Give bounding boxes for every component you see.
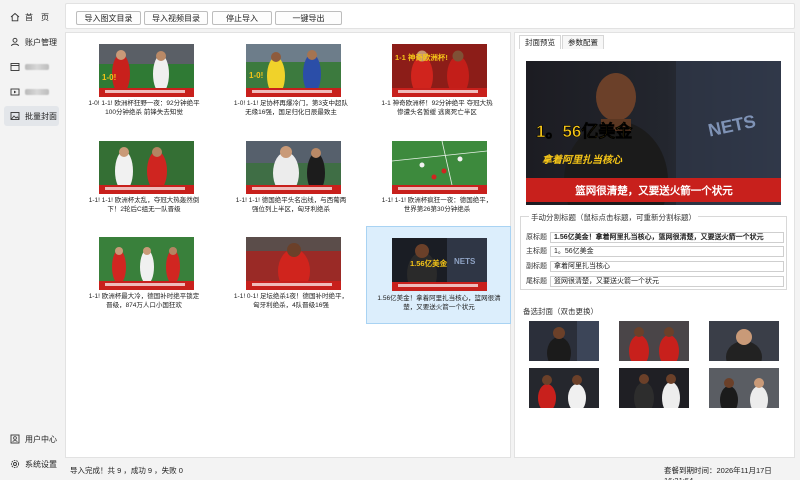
- cover-thumbnail: [246, 237, 341, 290]
- sidebar-item-settings[interactable]: 系统设置: [4, 454, 59, 474]
- cover-thumbnail: [99, 237, 194, 290]
- tab-cover-preview[interactable]: 封面预览: [519, 35, 561, 49]
- cover-thumbnail: 1-0!: [99, 44, 194, 97]
- import-videos-button[interactable]: 导入视频目录: [144, 11, 208, 25]
- tab-param-config[interactable]: 参数配置: [562, 35, 604, 49]
- cover-caption: 1.56亿美金！拿着阿里扎当核心，篮网很清楚，又要送火箭一个状元: [377, 295, 501, 311]
- cover-caption: 1-1 神奇欧洲杯！92分钟绝平 夺冠大热惨遭头名暂缓 逃离死亡半区: [381, 100, 493, 116]
- sidebar-item-label: 系统设置: [25, 459, 57, 469]
- main-title-field[interactable]: 1。56亿美金: [550, 245, 784, 257]
- backup-cover[interactable]: [529, 321, 599, 361]
- jersey-text: NETS: [454, 257, 476, 266]
- cover-thumbnail: 1-0!: [246, 44, 341, 97]
- plan-expiry: 套餐到期时间：2026年11月17日 16:21:54: [664, 466, 772, 480]
- sidebar: 首 页 账户管理 批量封面 用户中心 系统设置: [0, 0, 62, 480]
- backup-covers-title: 备选封面（双击更换）: [523, 307, 598, 316]
- tail-title-field[interactable]: 篮网很清楚，又要送火箭一个状元: [550, 275, 784, 287]
- title-split-group: 手动分割标题（鼠标点击标题，可重新分割标题） 原标题 1.56亿美金！拿着阿里扎…: [520, 212, 787, 290]
- cover-card-selected[interactable]: NETS 1.56亿美金 1.56亿美金！拿着阿里扎当核心，篮网很清楚，又要送火…: [366, 226, 511, 324]
- sub-title-field[interactable]: 拿着阿里扎当核心: [550, 260, 784, 272]
- preview-subtitle: 拿着阿里扎当核心: [542, 154, 623, 166]
- sidebar-item-window[interactable]: [4, 57, 59, 77]
- cover-thumbnail: NETS 1.56亿美金: [392, 238, 487, 291]
- sidebar-item-home[interactable]: 首 页: [4, 7, 59, 27]
- preview-main-title: 1。56亿美金: [536, 121, 633, 141]
- thumb-overlay-text: 1-1 神奇欧洲杯!: [395, 52, 448, 62]
- sidebar-item-label: 账户管理: [25, 37, 57, 47]
- cover-thumbnail: [99, 141, 194, 194]
- import-status: 导入完成！共 9 ，成功 9 ，失败 0: [70, 466, 183, 475]
- field-label: 副标题: [526, 263, 547, 270]
- cover-thumbnail: 1-1 神奇欧洲杯!: [392, 44, 487, 97]
- cover-caption: 1-1! 1-1! 欧洲杯太乱，夺冠大热轰然倒下！2轮后C组无一队晋级: [88, 197, 200, 213]
- user-center-icon: [10, 434, 20, 444]
- cover-thumbnail: [246, 141, 341, 194]
- video-icon: [10, 87, 20, 97]
- preview-banner-text: 篮网很清楚，又要送火箭一个状元: [574, 184, 733, 197]
- backup-cover[interactable]: [619, 368, 689, 408]
- thumb-overlay-text: 1.56亿美金: [410, 258, 448, 268]
- home-icon: [10, 12, 20, 22]
- original-title-field[interactable]: 1.56亿美金！拿着阿里扎当核心，篮网很清楚，又要送火箭一个状元: [550, 231, 784, 243]
- redacted-label: [25, 64, 49, 70]
- cover-caption: 1-0! 1-1! 欧洲杯狂野一夜：92分钟绝平 100分钟绝杀 前锋失去知觉: [88, 100, 200, 116]
- field-row-sub: 副标题 拿着阿里扎当核心: [526, 260, 784, 272]
- backup-cover[interactable]: [529, 368, 599, 408]
- backup-cover[interactable]: [709, 368, 779, 408]
- field-label: 主标题: [526, 248, 547, 255]
- thumb-overlay-text: 1-0!: [249, 71, 263, 80]
- cover-card[interactable]: 1-1! 1-1! 德国绝平头名出线，与西葡两强位列上半区，匈牙利绝杀: [231, 130, 349, 218]
- backup-cover[interactable]: [709, 321, 779, 361]
- right-panel: 封面预览 参数配置 NETS 1。56亿美金 拿着阿里扎当核心 篮网很清楚，又要…: [514, 32, 795, 458]
- toolbar: 导入图文目录 导入视频目录 停止导入 一键导出: [65, 3, 795, 29]
- sidebar-item-accounts[interactable]: 账户管理: [4, 32, 59, 52]
- thumb-overlay-text: 1-0!: [102, 73, 116, 82]
- field-label: 尾标题: [526, 278, 547, 285]
- sidebar-item-video[interactable]: [4, 82, 59, 102]
- cover-card[interactable]: 1-0! 1-0! 1-1! 足协杯再爆冷门，第3支中超队无缘16强，国足归化日…: [231, 33, 349, 121]
- sidebar-item-label: 首 页: [25, 12, 49, 22]
- export-all-button[interactable]: 一键导出: [275, 11, 342, 25]
- user-icon: [10, 37, 20, 47]
- gear-icon: [10, 459, 20, 469]
- cover-card[interactable]: 1-1! 1-1! 欧洲杯太乱，夺冠大热轰然倒下！2轮后C组无一队晋级: [84, 130, 202, 218]
- cover-card[interactable]: 1-0! 1-0! 1-1! 欧洲杯狂野一夜：92分钟绝平 100分钟绝杀 前锋…: [84, 33, 202, 121]
- field-row-original: 原标题 1.56亿美金！拿着阿里扎当核心，篮网很清楚，又要送火箭一个状元: [526, 231, 784, 243]
- sidebar-item-batch-cover[interactable]: 批量封面: [4, 106, 59, 126]
- panel-tabs: 封面预览 参数配置: [519, 35, 605, 49]
- cover-caption: 1-1! 欧洲杯最大冷，德国补时绝平锁定晋级，874万人口小国狂欢: [88, 293, 200, 309]
- cover-caption: 1-1! 0-1! 足坛绝杀1夜！德国补时绝平，匈牙利绝杀，4队晋级16强: [233, 293, 349, 309]
- image-icon: [10, 111, 20, 121]
- cover-caption: 1-1! 1-1! 欧洲杯疯狂一夜：德国绝平，世界第26第30分钟绝杀: [381, 197, 493, 213]
- field-row-main: 主标题 1。56亿美金: [526, 245, 784, 257]
- cover-caption: 1-1! 1-1! 德国绝平头名出线，与西葡两强位列上半区，匈牙利绝杀: [235, 197, 347, 213]
- stop-import-button[interactable]: 停止导入: [212, 11, 272, 25]
- group-title: 手动分割标题（鼠标点击标题，可重新分割标题）: [529, 212, 698, 223]
- field-label: 原标题: [526, 234, 547, 241]
- sidebar-item-user-center[interactable]: 用户中心: [4, 429, 59, 449]
- cover-preview: NETS 1。56亿美金 拿着阿里扎当核心 篮网很清楚，又要送火箭一个状元: [526, 61, 781, 205]
- cover-card[interactable]: 1-1! 1-1! 欧洲杯疯狂一夜：德国绝平，世界第26第30分钟绝杀: [377, 130, 495, 218]
- window-icon: [10, 62, 20, 72]
- import-images-button[interactable]: 导入图文目录: [76, 11, 141, 25]
- cover-card[interactable]: 1-1! 0-1! 足坛绝杀1夜！德国补时绝平，匈牙利绝杀，4队晋级16强: [231, 226, 349, 314]
- sidebar-item-label: 批量封面: [25, 111, 57, 121]
- redacted-label: [25, 89, 49, 95]
- cover-grid: 1-0! 1-0! 1-1! 欧洲杯狂野一夜：92分钟绝平 100分钟绝杀 前锋…: [65, 32, 511, 458]
- cover-card[interactable]: 1-1 神奇欧洲杯! 1-1 神奇欧洲杯！92分钟绝平 夺冠大热惨遭头名暂缓 逃…: [377, 33, 495, 121]
- cover-caption: 1-0! 1-1! 足协杯再爆冷门，第3支中超队无缘16强，国足归化日辰最致主: [233, 100, 349, 116]
- backup-cover[interactable]: [619, 321, 689, 361]
- cover-thumbnail: [392, 141, 487, 194]
- cover-card[interactable]: 1-1! 欧洲杯最大冷，德国补时绝平锁定晋级，874万人口小国狂欢: [84, 226, 202, 314]
- field-row-tail: 尾标题 篮网很清楚，又要送火箭一个状元: [526, 275, 784, 287]
- sidebar-item-label: 用户中心: [25, 434, 57, 444]
